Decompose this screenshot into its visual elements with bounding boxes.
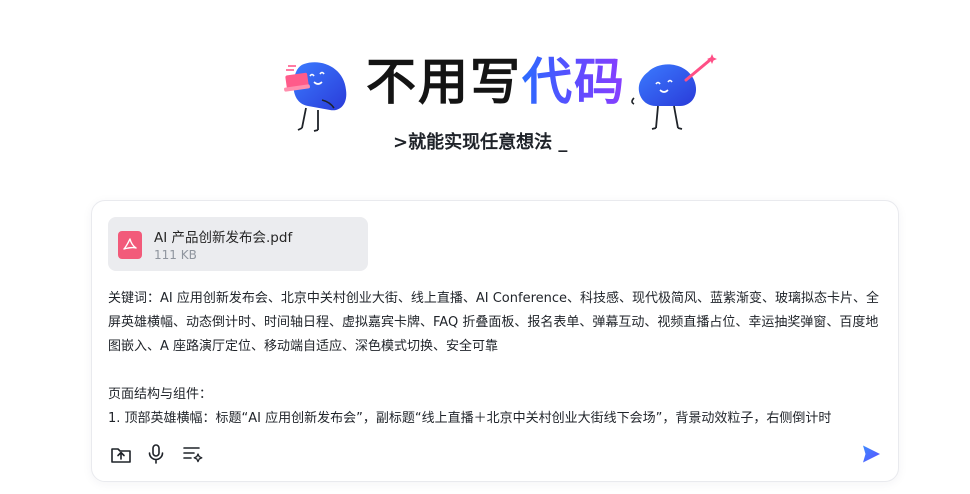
- prompt-composer-card: AI 产品创新发布会.pdf 111 KB 关键词：AI 应用创新发布会、北京中…: [91, 200, 899, 482]
- pdf-icon: [118, 231, 142, 259]
- send-button[interactable]: [858, 441, 884, 467]
- attachment-file-name: AI 产品创新发布会.pdf: [154, 230, 293, 246]
- page-subtitle: >就能实现任意想法 _: [393, 132, 568, 153]
- composer-toolbar: [108, 441, 884, 469]
- microphone-icon: [148, 444, 164, 464]
- attachment-chip[interactable]: AI 产品创新发布会.pdf 111 KB: [108, 217, 368, 271]
- prompt-textarea[interactable]: 关键词：AI 应用创新发布会、北京中关村创业大街、线上直播、AI Confere…: [108, 287, 888, 427]
- voice-input-button[interactable]: [143, 441, 169, 467]
- page-title: 不用写代码: [366, 50, 626, 114]
- list-settings-icon: [183, 447, 203, 463]
- title-part-plain: 不用写: [366, 53, 522, 111]
- upload-icon: [111, 448, 131, 463]
- send-icon: [863, 445, 880, 463]
- attachment-file-size: 111 KB: [154, 248, 197, 262]
- title-part-highlight: 代码: [522, 53, 626, 111]
- prompt-options-button[interactable]: [180, 441, 206, 467]
- hero-section: 不用写代码 >就能实现任意想法 _: [0, 0, 970, 190]
- mascot-wand-illustration: [631, 54, 717, 130]
- mascot-laptop-illustration: [284, 62, 347, 132]
- upload-button[interactable]: [108, 441, 134, 467]
